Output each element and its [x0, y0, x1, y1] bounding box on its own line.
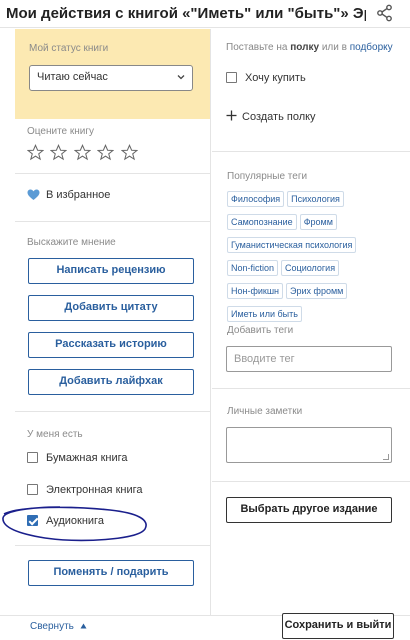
shelf-prefix-text: Поставьте на [226, 42, 288, 53]
page-title: Мои действия с книгой «"Иметь" или "быть… [6, 5, 366, 22]
owned-label: У меня есть [27, 429, 83, 440]
want-buy-checkbox[interactable]: Хочу купить [226, 72, 306, 84]
checkbox[interactable] [27, 452, 38, 463]
create-shelf-label: Создать полку [242, 111, 316, 123]
tag-erich-fromm[interactable]: Эрих фромм [286, 283, 348, 299]
exchange-gift-button[interactable]: Поменять / подарить [28, 560, 194, 586]
share-icon[interactable] [376, 4, 394, 22]
checkbox-label: Электронная книга [46, 484, 143, 496]
caret-up-icon [80, 623, 87, 629]
tag-non-fiction[interactable]: Non-fiction [227, 260, 279, 276]
shelf-prompt: Поставьте на полку или в подборку [226, 42, 393, 53]
status-section: Мой статус книги Читаю сейчас [15, 29, 210, 119]
plus-icon [226, 110, 237, 121]
status-select-value: Читаю сейчас [37, 71, 108, 83]
add-lifehack-button[interactable]: Добавить лайфхак [28, 369, 194, 395]
shelf-link[interactable]: полку [290, 42, 319, 53]
paper-book-checkbox[interactable]: Бумажная книга [27, 452, 128, 464]
tell-story-button[interactable]: Рассказать историю [28, 332, 194, 358]
notes-textarea[interactable] [226, 427, 392, 463]
header: Мои действия с книгой «"Иметь" или "быть… [0, 0, 410, 28]
star-icon[interactable] [97, 144, 115, 161]
checkbox-label: Бумажная книга [46, 452, 128, 464]
create-shelf-button[interactable]: Создать полку [226, 110, 316, 123]
checkbox-label: Аудиокнига [46, 515, 104, 527]
right-panel: Поставьте на полку или в подборку Хочу к… [212, 29, 410, 615]
divider [15, 221, 210, 222]
star-icon[interactable] [120, 144, 138, 161]
divider [15, 411, 210, 412]
tag-non-fiction-ru[interactable]: Нон-фикшн [227, 283, 284, 299]
tag-philosophy[interactable]: Философия [227, 191, 285, 207]
selection-link[interactable]: подборку [350, 42, 393, 53]
status-label: Мой статус книги [29, 43, 109, 54]
tag-self-knowledge[interactable]: Самопознание [227, 214, 297, 230]
tag-fromm[interactable]: Фромм [299, 214, 337, 230]
opinion-label: Выскажите мнение [27, 237, 116, 248]
tag-sociology[interactable]: Социология [281, 260, 340, 276]
checkbox-checked[interactable] [27, 515, 38, 526]
divider [212, 151, 410, 152]
favorite-button[interactable]: В избранное [27, 189, 110, 201]
tag-psychology[interactable]: Психология [287, 191, 344, 207]
divider [15, 545, 210, 546]
divider [212, 388, 410, 389]
collapse-label: Свернуть [30, 621, 74, 632]
rating-label: Оцените книгу [27, 126, 95, 137]
add-quote-button[interactable]: Добавить цитату [28, 295, 194, 321]
write-review-button[interactable]: Написать рецензию [28, 258, 194, 284]
tag-to-have-or-to-be[interactable]: Иметь или быть [227, 306, 302, 322]
star-icon[interactable] [50, 144, 68, 161]
tag-humanistic-psychology[interactable]: Гуманистическая психология [227, 237, 357, 253]
notes-label: Личные заметки [227, 406, 303, 417]
favorite-label: В избранное [46, 189, 111, 201]
save-exit-button[interactable]: Сохранить и выйти [282, 613, 394, 639]
divider [212, 481, 410, 482]
left-panel: Мой статус книги Читаю сейчас Оцените кн… [15, 29, 211, 615]
rating-stars [27, 144, 140, 166]
tag-input[interactable]: Вводите тег [226, 346, 392, 372]
divider [15, 173, 210, 174]
collapse-button[interactable]: Свернуть [30, 621, 87, 632]
tag-list: Философия Психология Самопознание Фромм Гу… [227, 189, 377, 327]
status-select[interactable]: Читаю сейчас [29, 65, 193, 91]
heart-icon [27, 189, 40, 200]
shelf-middle-text: или в [321, 42, 347, 53]
checkbox-label: Хочу купить [245, 72, 306, 84]
checkbox[interactable] [226, 72, 237, 83]
audiobook-checkbox[interactable]: Аудиокнига [27, 515, 104, 527]
resize-grip-icon[interactable] [383, 454, 389, 460]
star-icon[interactable] [73, 144, 91, 161]
add-tags-label: Добавить теги [227, 325, 294, 336]
chevron-down-icon [177, 75, 185, 80]
star-icon[interactable] [27, 144, 44, 161]
popular-tags-label: Популярные теги [227, 171, 308, 182]
choose-edition-button[interactable]: Выбрать другое издание [226, 497, 392, 523]
checkbox[interactable] [27, 484, 38, 495]
ebook-checkbox[interactable]: Электронная книга [27, 484, 143, 496]
footer: Свернуть Сохранить и выйти [0, 613, 410, 640]
